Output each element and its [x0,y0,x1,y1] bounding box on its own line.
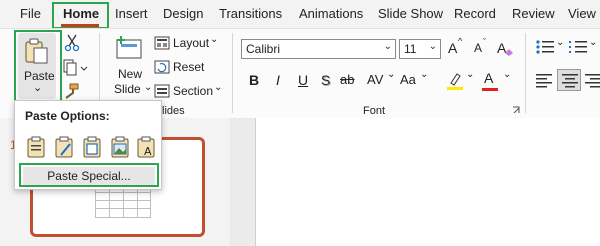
font-size-value: 11 [404,42,417,56]
font-size-select[interactable]: 11 ⌄ [399,39,441,59]
new-slide-icon[interactable] [113,33,143,63]
font-group-label: Font [363,105,386,117]
caret-down-icon: ˇ [483,37,486,47]
ribbon-separator [525,33,526,113]
text-shadow-button[interactable]: S [321,72,330,88]
chevron-down-icon: ⌄ [210,34,219,45]
chevron-down-icon: ⌄ [383,41,392,52]
eraser-icon [505,49,513,56]
align-right-icon[interactable] [585,72,600,88]
format-painter-icon[interactable] [62,83,80,101]
menu-bar: File Home Insert Design Transitions Anim… [0,0,600,28]
tab-insert[interactable]: Insert [115,6,148,21]
font-color-swatch [482,88,498,91]
reset-button[interactable]: Reset [173,60,204,74]
chevron-down-icon: ⌄ [556,37,565,48]
tab-record[interactable]: Record [454,6,496,21]
tab-view[interactable]: View [568,6,596,21]
keep-source-formatting-icon[interactable] [53,135,75,159]
underline-button[interactable]: U [298,72,308,88]
new-slide-label-1[interactable]: New [118,67,142,81]
chevron-down-icon: ⌄ [503,69,512,80]
cut-icon[interactable] [64,34,80,52]
section-button[interactable]: Section [173,84,213,98]
strikethrough-button[interactable]: ab [340,72,354,87]
paste-options-title: Paste Options: [25,109,110,123]
use-destination-theme-icon[interactable] [25,135,47,159]
chevron-down-icon: ⌄ [33,82,43,94]
character-spacing-button[interactable]: AV [367,72,383,87]
slide-canvas[interactable] [255,118,600,246]
keep-text-only-icon[interactable]: A [135,135,157,159]
bullets-icon[interactable] [535,39,555,55]
caret-up-icon: ^ [458,36,463,46]
font-family-value: Calibri [246,42,281,56]
chevron-down-icon: ⌄ [589,37,598,48]
highlighter-icon[interactable] [446,71,464,91]
section-icon [154,84,170,98]
shrink-font-icon[interactable]: A [474,41,482,55]
tab-home[interactable]: Home [63,6,99,21]
align-center-button[interactable] [557,69,581,91]
tab-review[interactable]: Review [512,6,555,21]
chevron-down-icon: ⌄ [214,82,223,93]
change-case-button[interactable]: Aa [400,72,416,87]
font-family-select[interactable]: Calibri ⌄ [241,39,396,59]
align-left-icon[interactable] [535,72,553,88]
clipboard-icon [25,38,48,64]
layout-icon [154,36,170,50]
paste-button[interactable]: Paste ⌄ [18,33,56,99]
tab-animations[interactable]: Animations [299,6,363,21]
svg-text:A: A [144,145,152,158]
tab-design[interactable]: Design [163,6,203,21]
active-tab-indicator [61,24,99,27]
slides-group-label: lides [162,105,185,117]
paste-special-label: Paste Special... [47,169,131,183]
dialog-launcher-icon[interactable] [512,106,521,115]
align-center-icon [562,74,578,88]
paste-special-item[interactable]: Paste Special... [23,167,155,187]
reset-icon [154,60,170,74]
numbering-icon[interactable] [568,39,588,55]
paste-options-menu: Paste Options: A Paste Special... [14,100,162,190]
grow-font-icon[interactable]: A [448,40,457,56]
chevron-down-icon: ⌄ [420,69,429,80]
chevron-down-icon: ⌄ [144,82,153,93]
chevron-down-icon: ⌄ [466,69,475,80]
new-slide-label-2[interactable]: Slide [114,82,141,96]
embed-icon[interactable] [81,135,103,159]
bold-button[interactable]: B [249,72,259,88]
tab-slide-show[interactable]: Slide Show [378,6,443,21]
picture-icon[interactable] [109,135,131,159]
tab-transitions[interactable]: Transitions [219,6,282,21]
copy-icon[interactable] [62,59,88,77]
italic-button[interactable]: I [276,72,280,88]
layout-button[interactable]: Layout [173,36,209,50]
font-color-button[interactable]: A [484,70,493,86]
ribbon-separator [232,33,233,113]
tab-file[interactable]: File [20,6,41,21]
chevron-down-icon: ⌄ [387,69,396,80]
chevron-down-icon: ⌄ [428,41,437,52]
